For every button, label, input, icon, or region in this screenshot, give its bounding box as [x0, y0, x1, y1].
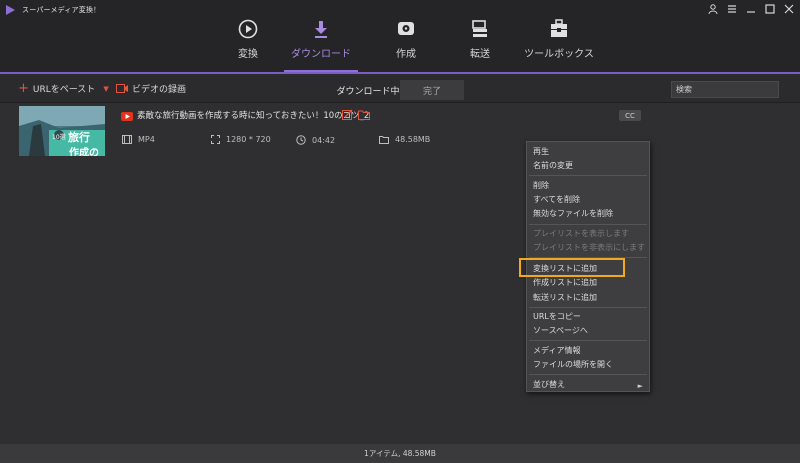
size-value: 48.58MB — [395, 135, 431, 144]
expand-icon — [211, 135, 220, 144]
edit-icon[interactable] — [342, 109, 353, 120]
paste-url-label: URLをペースト — [32, 85, 96, 95]
clock-icon — [296, 135, 306, 145]
menu-item-copy-url[interactable]: URLをコピー — [533, 310, 581, 323]
subtitle-cc-button[interactable]: CC — [619, 110, 641, 121]
record-video-button[interactable]: ビデオの録画 — [116, 82, 186, 95]
download-item[interactable]: 10選 旅行 作成の 素敵な旅行動画を作成する時に知っておきたい！10のコツ_2… — [0, 104, 800, 157]
folder-outline-icon — [379, 135, 389, 144]
thumbnail-text1: 旅行 — [68, 131, 90, 144]
folder-icon[interactable] — [358, 110, 370, 120]
tab-toolbox[interactable]: ツールボックス — [524, 18, 594, 72]
menu-item-delete-invalid[interactable]: 無効なファイルを削除 — [533, 207, 613, 220]
download-status-tabs: ダウンロード中 完了 — [336, 80, 464, 100]
tab-completed[interactable]: 完了 — [400, 80, 464, 100]
menu-separator — [529, 307, 647, 308]
transfer-icon — [469, 18, 491, 42]
menu-item-source-page[interactable]: ソースページへ — [533, 324, 588, 337]
menu-item-sort[interactable]: 並び替え — [533, 378, 565, 391]
youtube-icon — [121, 112, 133, 121]
thumbnail-badge: 10選 — [52, 134, 66, 141]
duration-info: 04:42 — [296, 135, 335, 145]
burn-disc-icon — [395, 18, 417, 42]
menu-item-delete[interactable]: 削除 — [533, 179, 549, 192]
tab-convert[interactable]: 変換 — [220, 18, 276, 72]
search-input[interactable] — [671, 81, 779, 98]
app-logo-icon — [6, 5, 15, 15]
toolbox-icon — [548, 18, 570, 42]
duration-value: 04:42 — [312, 135, 336, 145]
tab-burn-label: 作成 — [396, 49, 416, 60]
plus-icon: + — [18, 80, 29, 96]
chevron-down-icon[interactable]: ▼ — [103, 85, 108, 93]
tab-transfer[interactable]: 転送 — [452, 18, 508, 72]
main-nav: 変換 ダウンロード 作成 転送 ツールボックス — [220, 18, 594, 72]
video-thumbnail[interactable]: 10選 旅行 作成の — [19, 106, 105, 156]
menu-separator — [529, 224, 647, 225]
app-title: スーパーメディア変換！ — [22, 6, 101, 14]
film-icon — [122, 135, 132, 144]
highlight-box — [519, 258, 625, 277]
tab-toolbox-label: ツールボックス — [524, 49, 594, 60]
menu-item-show-playlist: プレイリストを表示します — [533, 229, 629, 238]
format-info: MP4 — [122, 135, 155, 144]
tab-burn[interactable]: 作成 — [378, 18, 434, 72]
format-value: MP4 — [138, 135, 155, 144]
resolution-info: 1280 * 720 — [211, 135, 271, 144]
tab-downloading[interactable]: ダウンロード中 — [336, 80, 400, 100]
download-toolbar: + URLをペースト ▼ ビデオの録画 ダウンロード中 完了 — [0, 74, 800, 103]
tab-transfer-label: 転送 — [470, 49, 490, 60]
size-info: 48.58MB — [379, 135, 430, 144]
resolution-value: 1280 * 720 — [226, 135, 271, 144]
menu-separator — [529, 374, 647, 375]
paste-url-button[interactable]: + URLをペースト ▼ — [18, 80, 109, 96]
menu-item-rename[interactable]: 名前の変更 — [533, 159, 573, 172]
title-bar: スーパーメディア変換！ 変換 ダウンロード 作成 転送 ツールボックス — [0, 0, 800, 72]
tab-download[interactable]: ダウンロード — [284, 18, 358, 72]
menu-item-media-info[interactable]: メディア情報 — [533, 344, 580, 357]
menu-icon[interactable] — [725, 2, 739, 16]
video-camera-icon — [116, 84, 128, 93]
convert-icon — [237, 18, 259, 42]
menu-separator — [529, 340, 647, 341]
menu-item-delete-all[interactable]: すべてを削除 — [533, 193, 580, 206]
status-bar: 1アイテム, 48.58MB — [0, 444, 800, 463]
menu-separator — [529, 175, 647, 176]
status-text: 1アイテム, 48.58MB — [364, 449, 436, 458]
tab-download-label: ダウンロード — [291, 49, 351, 60]
menu-item-play[interactable]: 再生 — [533, 145, 549, 158]
record-video-label: ビデオの録画 — [132, 85, 187, 95]
download-icon — [310, 18, 332, 42]
menu-item-open-file-location[interactable]: ファイルの場所を開く — [533, 358, 613, 371]
thumbnail-text2: 作成の — [69, 148, 99, 156]
chevron-right-icon: ► — [637, 382, 643, 390]
close-icon[interactable] — [782, 2, 796, 16]
menu-item-hide-playlist: プレイリストを非表示にします — [533, 243, 645, 252]
account-icon[interactable] — [706, 2, 720, 16]
maximize-icon[interactable] — [763, 2, 777, 16]
minimize-icon[interactable] — [744, 2, 758, 16]
menu-item-add-to-burn[interactable]: 作成リストに追加 — [533, 276, 597, 289]
tab-convert-label: 変換 — [238, 49, 258, 60]
window-controls — [706, 2, 796, 16]
menu-item-add-to-transfer[interactable]: 転送リストに追加 — [533, 291, 597, 304]
video-title: 素敵な旅行動画を作成する時に知っておきたい！10のコツ_2 — [137, 111, 370, 121]
